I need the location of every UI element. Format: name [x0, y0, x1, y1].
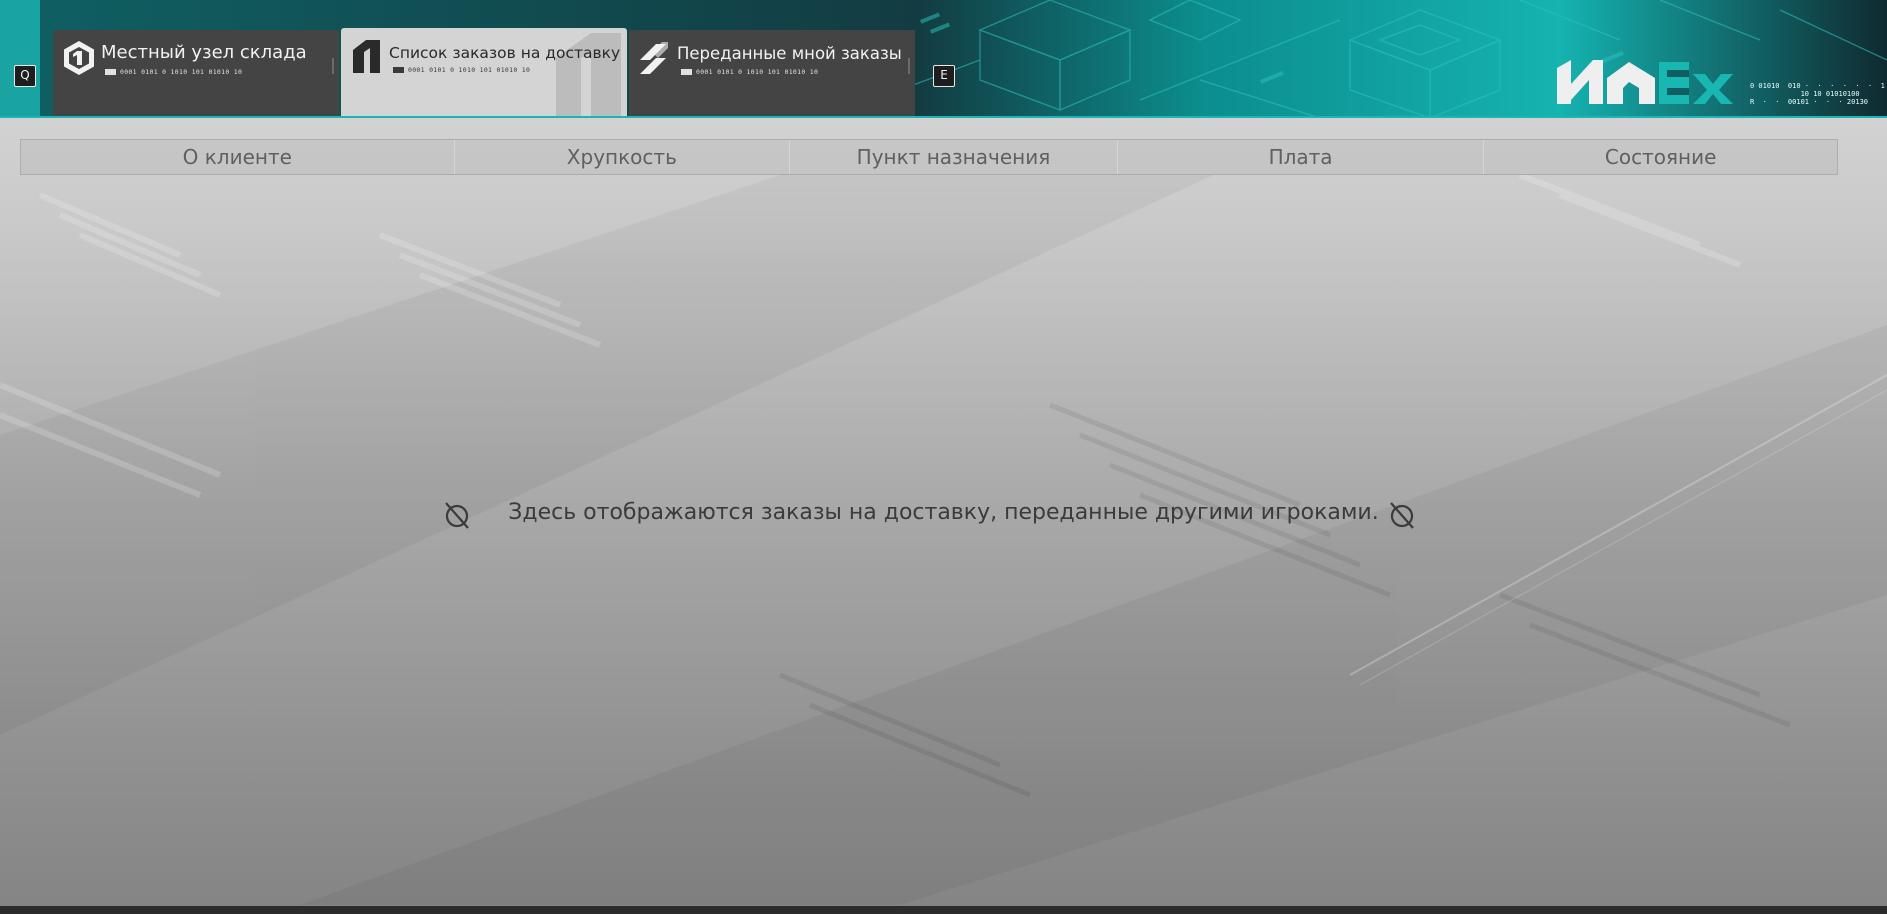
tab-title: Переданные мной заказы — [677, 44, 902, 63]
logo-code-line: 0 01010 010 · · · · · · 1 — [1750, 82, 1885, 90]
column-header-status[interactable]: Состояние — [1484, 140, 1837, 174]
app-window: Q Местный узел склада 0001 0101 0 1010 1… — [0, 0, 1887, 914]
circuit-decoration — [900, 0, 1887, 118]
empty-prohibited-icon — [1390, 502, 1414, 529]
cube-icon — [64, 41, 94, 75]
tab-orders-shared-by-me[interactable]: Переданные мной заказы 0001 0101 0 1010 … — [629, 30, 915, 118]
bottom-bar — [0, 906, 1887, 914]
tab-code: 0001 0101 0 1010 101 01010 10 — [393, 66, 530, 74]
background-pattern — [0, 175, 1887, 905]
previous-tab-key-hint[interactable]: Q — [14, 65, 36, 87]
tab-local-warehouse-node[interactable]: Местный узел склада 0001 0101 0 1010 101… — [53, 30, 339, 118]
column-header-client[interactable]: О клиенте — [21, 140, 455, 174]
tab-delivery-orders-list[interactable]: Список заказов на доставку 0001 0101 0 1… — [341, 28, 627, 118]
logo-code-line: R · · 00101 · · · 20130 — [1750, 98, 1869, 106]
tab-title: Местный узел склада — [101, 42, 307, 63]
column-header-fee[interactable]: Плата — [1118, 140, 1485, 174]
header-bar: Q Местный узел склада 0001 0101 0 1010 1… — [0, 0, 1887, 118]
tab-title: Список заказов на доставку — [389, 44, 621, 62]
next-tab-key-hint[interactable]: E — [933, 65, 955, 87]
delivery-list-icon — [353, 40, 380, 73]
tab-code: 0001 0101 0 1010 101 01010 10 — [105, 68, 242, 76]
logo-icon — [1557, 60, 1733, 104]
orders-table-header: О клиенте Хрупкость Пункт назначения Пла… — [20, 139, 1838, 175]
tab-code: 0001 0101 0 1010 101 01010 10 — [681, 68, 818, 76]
empty-state-message: Здесь отображаются заказы на доставку, п… — [508, 500, 1379, 525]
logo-code-line: 10 10 01010100 — [1750, 90, 1860, 98]
shared-orders-icon — [640, 42, 668, 74]
logo-code: 0 01010 010 · · · · · · 1 10 10 01010100… — [1750, 82, 1885, 106]
tab-separator — [332, 58, 334, 74]
delivery-list-watermark-icon — [556, 33, 621, 118]
column-header-fragility[interactable]: Хрупкость — [455, 140, 791, 174]
tab-separator — [908, 58, 910, 74]
column-header-destination[interactable]: Пункт назначения — [790, 140, 1118, 174]
